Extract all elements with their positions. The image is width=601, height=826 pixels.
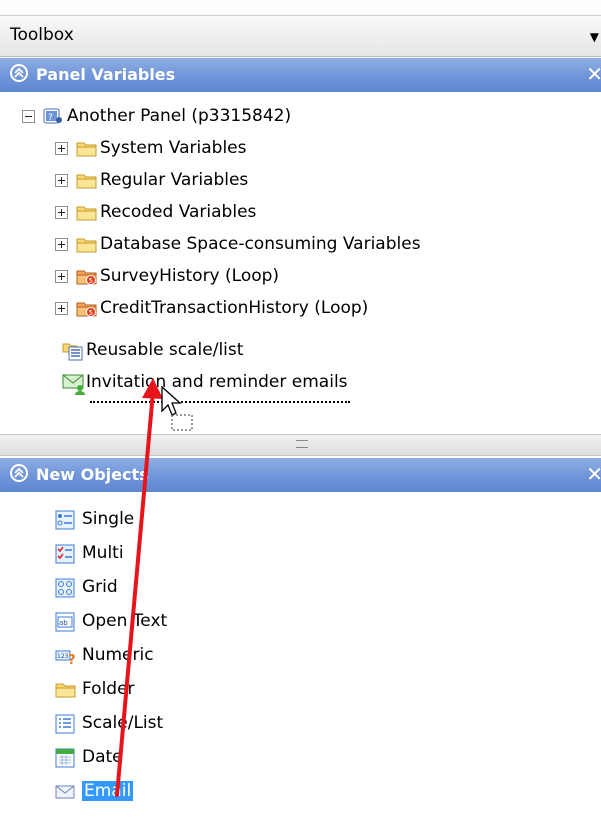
drag-cursor-icon	[161, 385, 193, 431]
drag-annotation-arrow	[115, 378, 163, 797]
